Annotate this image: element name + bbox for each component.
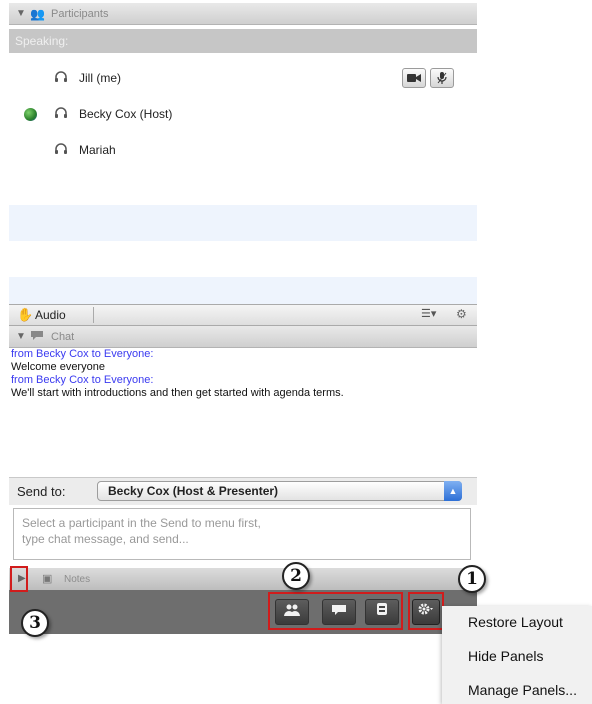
participant-name: Becky Cox (Host) [79,107,173,121]
callout-box-2 [268,592,403,630]
menu-item-restore-layout[interactable]: Restore Layout [468,614,563,630]
annotation-3: 3 [21,609,49,637]
chat-message-header: from Becky Cox to Everyone: [11,374,154,386]
toolbar-divider [93,307,94,323]
speech-bubble-icon [30,330,44,344]
send-to-value: Becky Cox (Host & Presenter) [108,484,279,498]
send-to-label: Send to: [17,484,66,499]
empty-row [9,205,477,241]
placeholder-line: Select a participant in the Send to menu… [22,516,261,530]
chat-message-input[interactable]: Select a participant in the Send to menu… [13,508,471,560]
gear-icon[interactable]: ⚙ [456,307,467,321]
annotation-1: 1 [458,565,486,593]
participant-row[interactable]: Mariah [9,133,477,169]
chat-panel-title: Chat [51,331,75,343]
notes-panel-title: Notes [64,574,91,585]
hand-icon[interactable]: ✋ [17,307,33,323]
meeting-panels: ▼ 👥 Participants Speaking: Jill (me) Bec… [9,3,477,634]
headset-icon [54,142,68,156]
callout-box-1 [408,592,444,630]
chat-transcript: from Becky Cox to Everyone: Welcome ever… [9,348,477,478]
speaking-indicator: Speaking: [9,29,477,53]
send-to-row: Send to: Becky Cox (Host & Presenter) ▲ [9,477,477,505]
notes-icon: ▣ [42,573,53,585]
chat-message-header: from Becky Cox to Everyone: [11,348,154,360]
audio-button[interactable]: Audio [35,308,66,322]
video-camera-icon[interactable] [402,68,426,88]
menu-item-hide-panels[interactable]: Hide Panels [468,648,544,664]
dropdown-arrow-icon[interactable]: ▲ [444,481,462,501]
empty-row [9,241,477,277]
send-to-dropdown[interactable]: Becky Cox (Host & Presenter) ▲ [97,481,462,501]
notes-panel-header[interactable]: ▶ ▣ Notes [9,568,477,590]
participants-panel-header[interactable]: ▼ 👥 Participants [9,3,477,25]
participant-name: Jill (me) [79,71,121,85]
list-menu-icon[interactable]: ☰▾ [421,307,436,320]
chat-message-text: We'll start with introductions and then … [11,387,344,399]
headset-icon [54,70,68,84]
participant-name: Mariah [79,143,116,157]
placeholder-line: type chat message, and send... [22,532,189,546]
collapse-triangle-icon[interactable]: ▼ [16,8,26,19]
panel-options-menu: Restore Layout Hide Panels Manage Panels… [442,606,592,704]
participants-panel-title: Participants [51,8,109,20]
microphone-icon[interactable] [430,68,454,88]
participant-row[interactable]: Jill (me) [9,61,477,97]
annotation-2: 2 [282,562,310,590]
callout-box-3 [10,566,28,592]
headset-icon [54,106,68,120]
participant-row[interactable]: Becky Cox (Host) [9,97,477,133]
collapse-triangle-icon[interactable]: ▼ [16,331,26,342]
audio-toolbar: ✋ Audio ☰▾ ⚙ [9,304,477,326]
chat-message-text: Welcome everyone [11,361,105,373]
people-icon: 👥 [30,7,45,21]
status-globe-icon [24,108,37,121]
menu-item-manage-panels[interactable]: Manage Panels... [468,682,577,698]
empty-row [9,277,477,304]
chat-panel-header[interactable]: ▼ Chat [9,326,477,348]
